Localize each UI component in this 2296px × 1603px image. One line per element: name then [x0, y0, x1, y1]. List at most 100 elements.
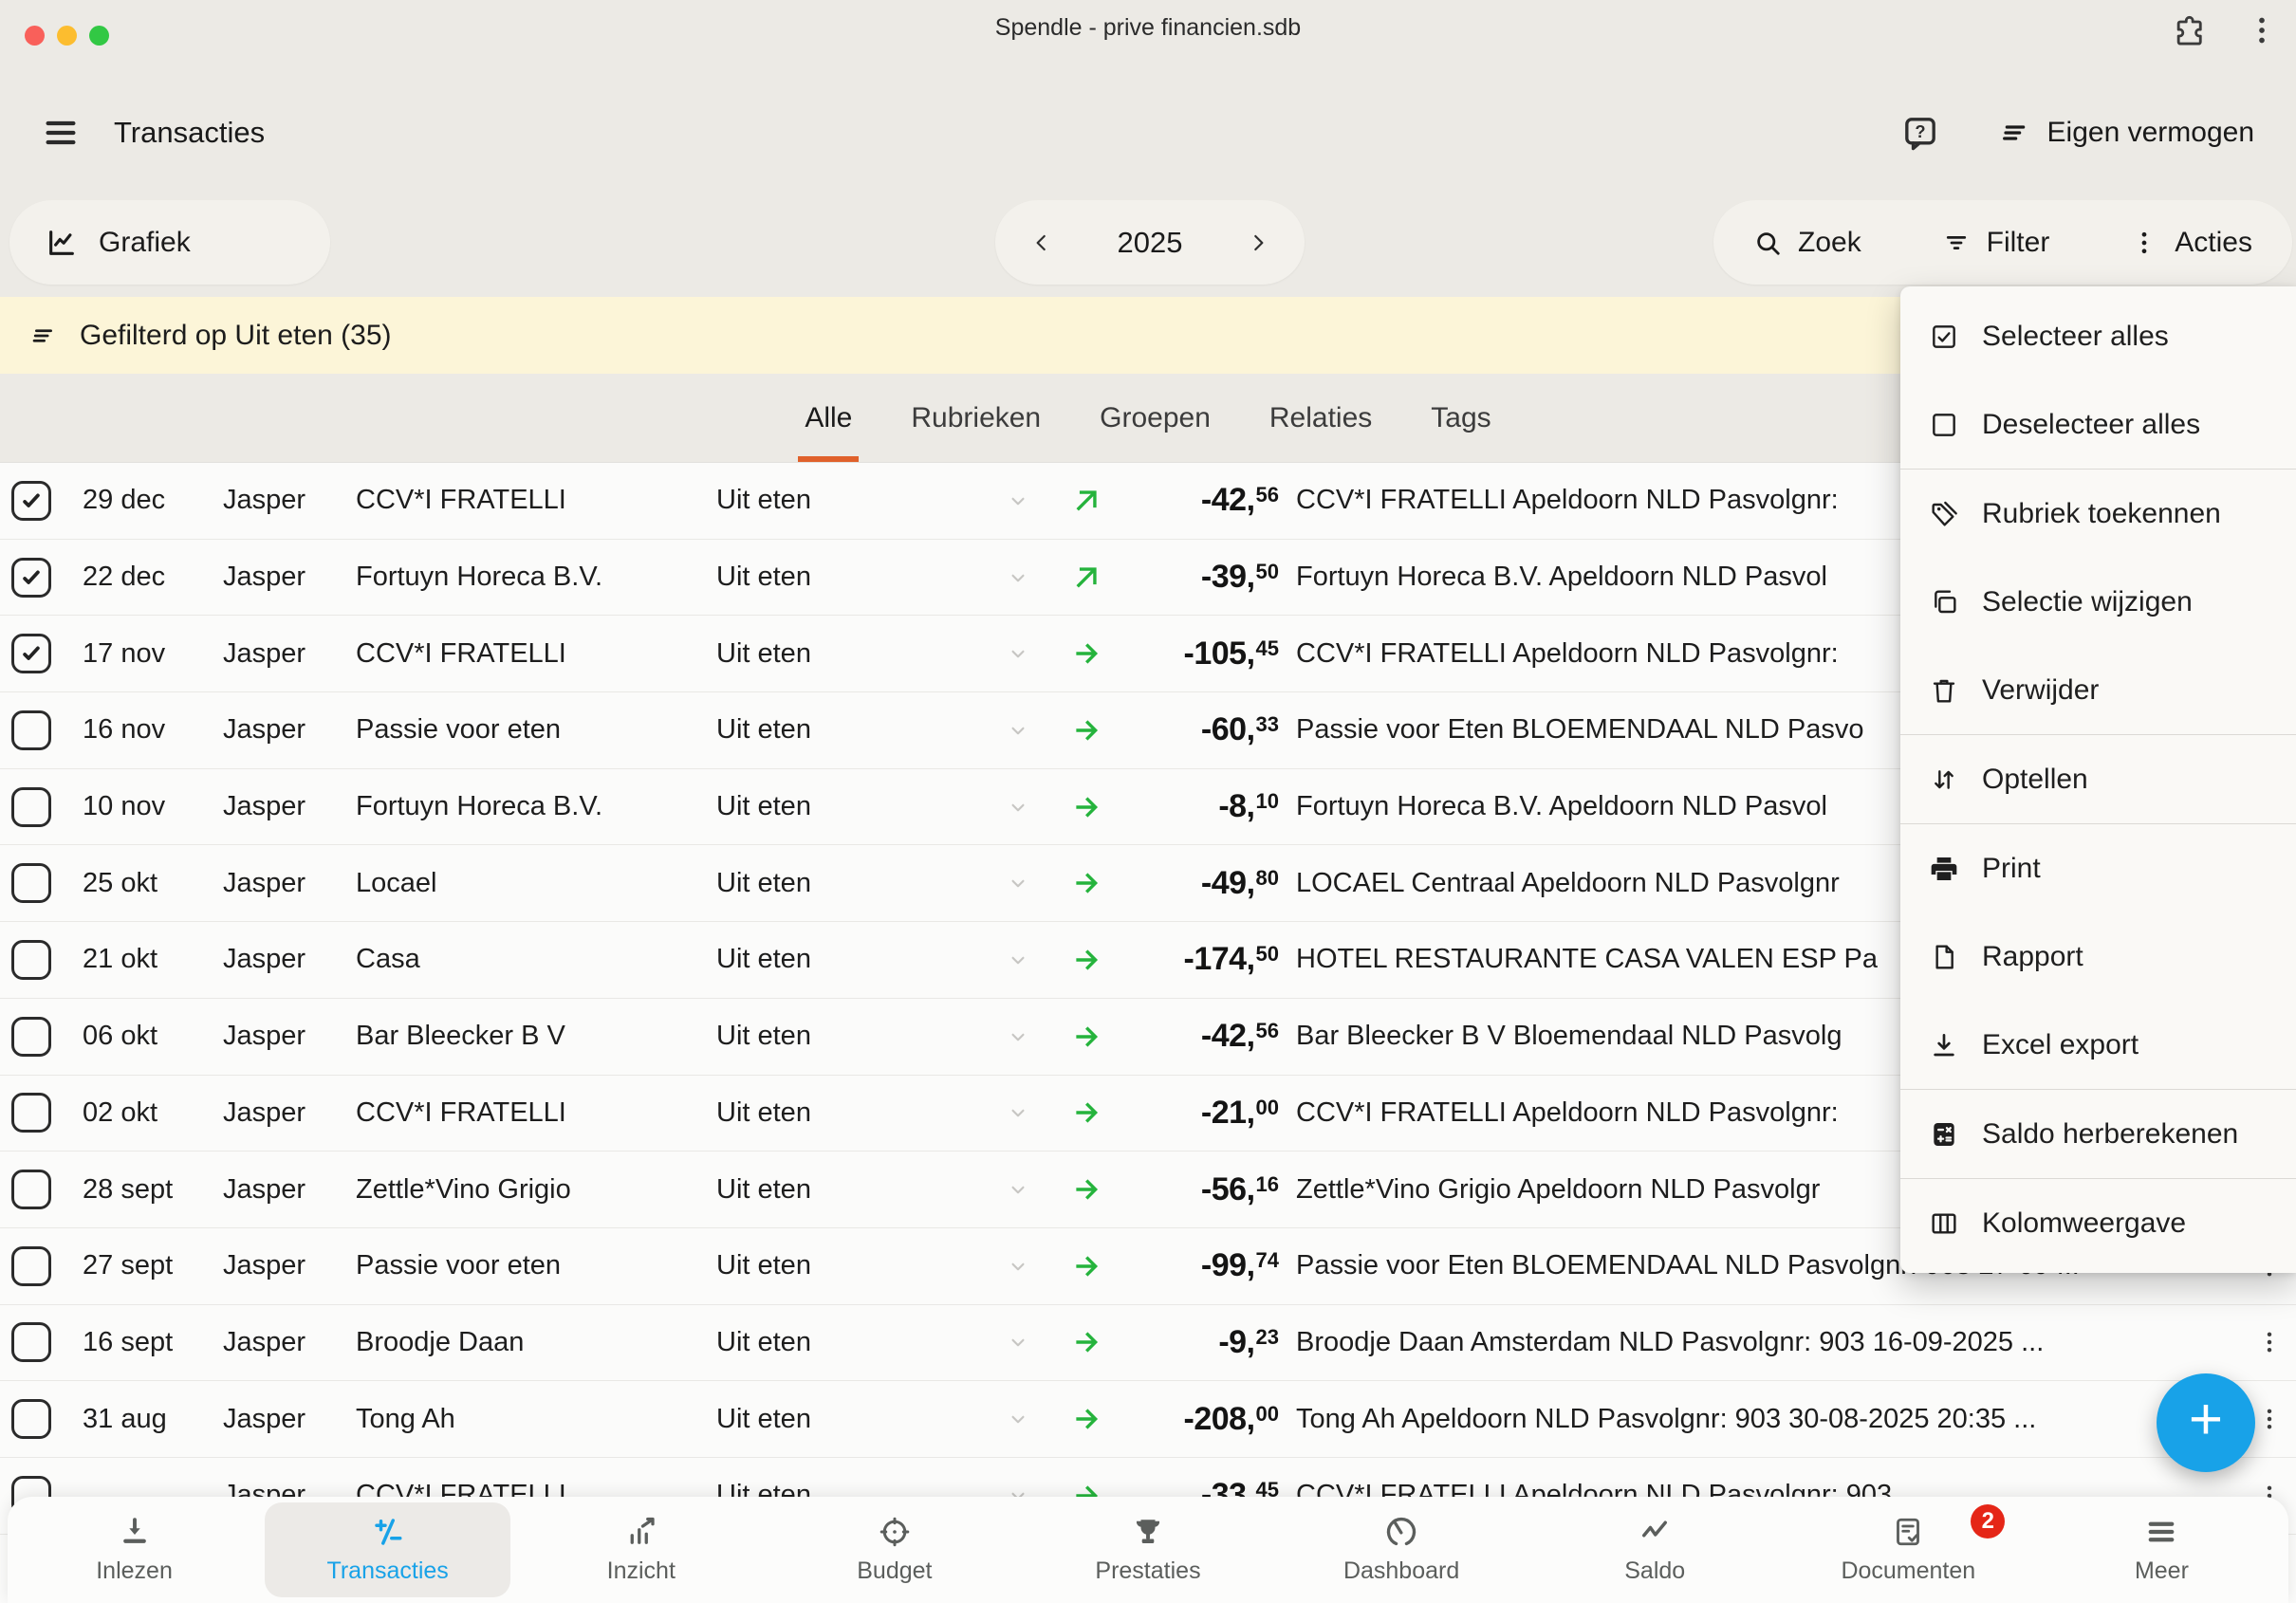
row-checkbox[interactable]	[11, 710, 51, 750]
row-checkbox[interactable]	[11, 787, 51, 827]
nav-item-prestaties[interactable]: Prestaties	[1021, 1497, 1274, 1603]
chevron-down-icon[interactable]	[1006, 1177, 1030, 1202]
search-button[interactable]: Zoek	[1753, 227, 1861, 259]
row-checkbox-cell	[0, 1322, 83, 1362]
chevron-down-icon[interactable]	[1006, 718, 1030, 743]
amount-main: -99,	[1201, 1247, 1255, 1283]
row-checkbox[interactable]	[11, 1017, 51, 1057]
insight-icon	[624, 1515, 658, 1549]
nav-item-inlezen[interactable]: Inlezen	[8, 1497, 261, 1603]
chevron-down-icon[interactable]	[1006, 1254, 1030, 1279]
row-checkbox[interactable]	[11, 1322, 51, 1362]
row-checkbox[interactable]	[11, 863, 51, 903]
menu-item[interactable]: Deselecteer alles	[1900, 380, 2296, 469]
row-checkbox[interactable]	[11, 634, 51, 673]
next-year-button[interactable]	[1246, 230, 1270, 255]
svg-text:?: ?	[1915, 121, 1925, 141]
menu-item[interactable]: Selecteer alles	[1900, 292, 2296, 380]
menu-item[interactable]: Optellen	[1900, 735, 2296, 823]
menu-item[interactable]: Kolomweergave	[1900, 1179, 2296, 1267]
chevron-down-icon[interactable]	[1006, 1100, 1030, 1125]
filter-banner-text: Gefilterd op Uit eten (35)	[80, 320, 392, 352]
table-row[interactable]: 16 septJasperBroodje DaanUit eten-9,23Br…	[0, 1305, 2296, 1382]
category-dropdown-cell	[987, 871, 1048, 895]
row-checkbox[interactable]	[11, 481, 51, 521]
tab-groepen[interactable]: Groepen	[1093, 374, 1217, 462]
graph-button-label: Grafiek	[99, 227, 191, 259]
trash-icon	[1929, 675, 1959, 706]
transaction-date: 16 sept	[83, 1327, 223, 1358]
row-checkbox[interactable]	[11, 558, 51, 598]
menu-item[interactable]: Selectie wijzigen	[1900, 558, 2296, 646]
chevron-down-icon[interactable]	[1006, 871, 1030, 895]
transaction-date: 10 nov	[83, 791, 223, 822]
help-icon[interactable]: ?	[1901, 114, 1939, 152]
transaction-payee: Passie voor eten	[356, 714, 716, 746]
chevron-down-icon[interactable]	[1006, 488, 1030, 513]
browser-menu-icon[interactable]	[2245, 13, 2279, 47]
menu-item[interactable]: Print	[1900, 824, 2296, 912]
nav-item-dashboard[interactable]: Dashboard	[1275, 1497, 1528, 1603]
nav-item-label: Meer	[2135, 1557, 2189, 1585]
chevron-down-icon[interactable]	[1006, 948, 1030, 972]
add-transaction-button[interactable]: +	[2157, 1373, 2255, 1472]
arrow-right-icon	[1070, 1250, 1102, 1282]
nav-item-budget[interactable]: Budget	[768, 1497, 1021, 1603]
page-title: Transacties	[114, 116, 265, 150]
nav-item-inzicht[interactable]: Inzicht	[514, 1497, 768, 1603]
amount-main: -39,	[1201, 559, 1255, 595]
transaction-date: 22 dec	[83, 562, 223, 593]
chevron-down-icon[interactable]	[1006, 1330, 1030, 1354]
menu-item[interactable]: Verwijder	[1900, 646, 2296, 734]
transaction-date: 16 nov	[83, 714, 223, 746]
menu-toggle-icon[interactable]	[42, 114, 80, 152]
window-titlebar: Spendle - prive financien.sdb	[0, 0, 2296, 53]
account-selector[interactable]: Eigen vermogen	[2000, 117, 2254, 149]
graph-button[interactable]: Grafiek	[9, 200, 330, 285]
row-checkbox-cell	[0, 1170, 83, 1209]
arrow-right-icon	[1070, 637, 1102, 670]
amount-main: -9,	[1218, 1324, 1254, 1360]
chevron-down-icon[interactable]	[1006, 1024, 1030, 1049]
transaction-person: Jasper	[223, 1174, 356, 1206]
row-checkbox[interactable]	[11, 1093, 51, 1133]
row-checkbox[interactable]	[11, 1399, 51, 1439]
menu-item[interactable]: Saldo herberekenen	[1900, 1090, 2296, 1178]
table-row[interactable]: 31 augJasperTong AhUit eten-208,00Tong A…	[0, 1381, 2296, 1458]
filter-button[interactable]: Filter	[1942, 227, 2050, 259]
nav-item-saldo[interactable]: Saldo	[1528, 1497, 1782, 1603]
menu-item[interactable]: Rapport	[1900, 912, 2296, 1001]
amount-decimals: 33	[1256, 712, 1279, 736]
document-icon	[1891, 1515, 1925, 1549]
transaction-category: Uit eten	[716, 868, 987, 899]
row-checkbox[interactable]	[11, 940, 51, 980]
row-checkbox-cell	[0, 634, 83, 673]
tab-tags[interactable]: Tags	[1424, 374, 1497, 462]
row-checkbox[interactable]	[11, 1246, 51, 1286]
actions-button[interactable]: Acties	[2130, 227, 2252, 259]
tab-relaties[interactable]: Relaties	[1263, 374, 1379, 462]
row-kebab-icon[interactable]	[2256, 1329, 2283, 1355]
tab-alle[interactable]: Alle	[798, 374, 859, 462]
tab-label: Rubrieken	[911, 402, 1041, 434]
extensions-icon[interactable]	[2173, 13, 2207, 47]
chevron-down-icon[interactable]	[1006, 641, 1030, 666]
row-kebab-icon[interactable]	[2256, 1406, 2283, 1432]
chevron-down-icon[interactable]	[1006, 1407, 1030, 1431]
chevron-down-icon[interactable]	[1006, 565, 1030, 590]
nav-item-transacties[interactable]: Transacties	[261, 1497, 514, 1603]
nav-item-documenten[interactable]: Documenten2	[1782, 1497, 2035, 1603]
amount-decimals: 74	[1256, 1248, 1279, 1272]
account-lines-icon	[2000, 118, 2030, 148]
chevron-down-icon[interactable]	[1006, 795, 1030, 820]
trophy-icon	[1131, 1515, 1165, 1549]
previous-year-button[interactable]	[1029, 230, 1054, 255]
transaction-amount: -9,23	[1124, 1324, 1279, 1361]
tab-rubrieken[interactable]: Rubrieken	[904, 374, 1047, 462]
menu-item[interactable]: Rubriek toekennen	[1900, 470, 2296, 558]
menu-item[interactable]: Excel export	[1900, 1001, 2296, 1089]
row-checkbox[interactable]	[11, 1170, 51, 1209]
nav-item-meer[interactable]: Meer	[2035, 1497, 2288, 1603]
actions-label: Acties	[2175, 227, 2252, 259]
transaction-date: 29 dec	[83, 485, 223, 516]
